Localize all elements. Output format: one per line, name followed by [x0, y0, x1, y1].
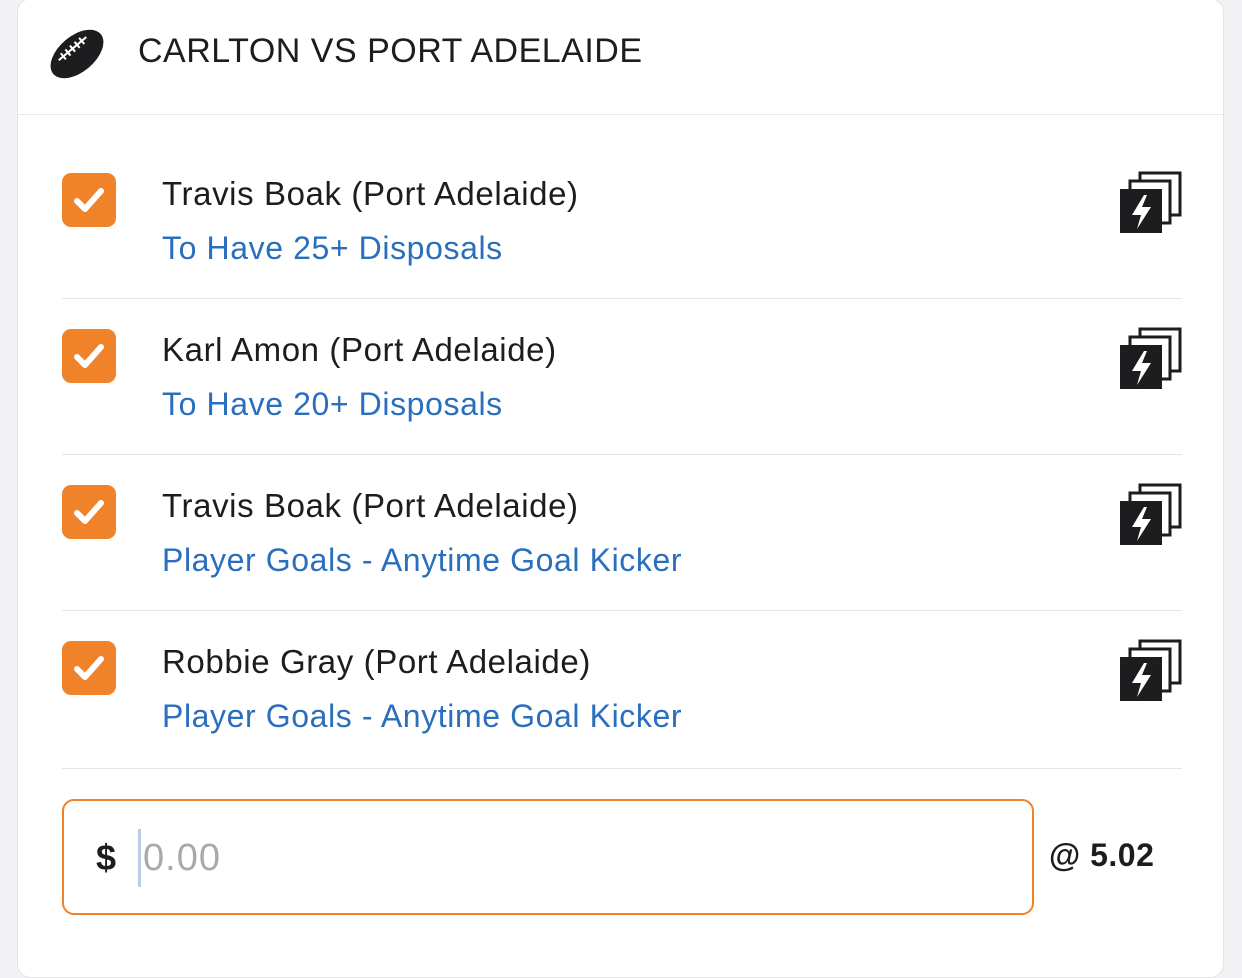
checkmark-icon [74, 656, 104, 680]
same-game-multi-icon[interactable] [1120, 483, 1182, 545]
match-header: CARLTON VS PORT ADELAIDE [18, 0, 1223, 115]
checkmark-icon [74, 500, 104, 524]
player-name: Travis Boak (Port Adelaide) [162, 175, 579, 212]
leg-checkbox[interactable] [62, 173, 116, 227]
same-game-multi-icon[interactable] [1120, 171, 1182, 233]
player-name: Karl Amon (Port Adelaide) [162, 331, 557, 368]
market-link[interactable]: Player Goals - Anytime Goal Kicker [162, 698, 682, 735]
bet-leg: Travis Boak (Port Adelaide) To Have 25+ … [62, 143, 1182, 299]
market-link[interactable]: To Have 20+ Disposals [162, 386, 503, 423]
bet-slip-card: CARLTON VS PORT ADELAIDE Travis Boak (Po… [17, 0, 1224, 978]
currency-symbol: $ [96, 837, 117, 878]
bet-leg: Travis Boak (Port Adelaide) Player Goals… [62, 455, 1182, 611]
bet-leg: Robbie Gray (Port Adelaide) Player Goals… [62, 611, 1182, 769]
checkmark-icon [74, 188, 104, 212]
same-game-multi-icon[interactable] [1120, 327, 1182, 389]
same-game-multi-icon[interactable] [1120, 639, 1182, 701]
stake-input[interactable] [138, 829, 1005, 887]
leg-checkbox[interactable] [62, 485, 116, 539]
leg-checkbox[interactable] [62, 641, 116, 695]
leg-checkbox[interactable] [62, 329, 116, 383]
combined-odds: @ 5.02 [1049, 837, 1155, 873]
player-name: Robbie Gray (Port Adelaide) [162, 643, 591, 680]
match-title: CARLTON VS PORT ADELAIDE [138, 32, 643, 70]
bet-leg: Karl Amon (Port Adelaide) To Have 20+ Di… [62, 299, 1182, 455]
checkmark-icon [74, 344, 104, 368]
market-link[interactable]: To Have 25+ Disposals [162, 230, 503, 267]
market-link[interactable]: Player Goals - Anytime Goal Kicker [162, 542, 682, 579]
stake-input-box[interactable]: $ [62, 799, 1034, 915]
player-name: Travis Boak (Port Adelaide) [162, 487, 579, 524]
football-icon [50, 29, 104, 79]
